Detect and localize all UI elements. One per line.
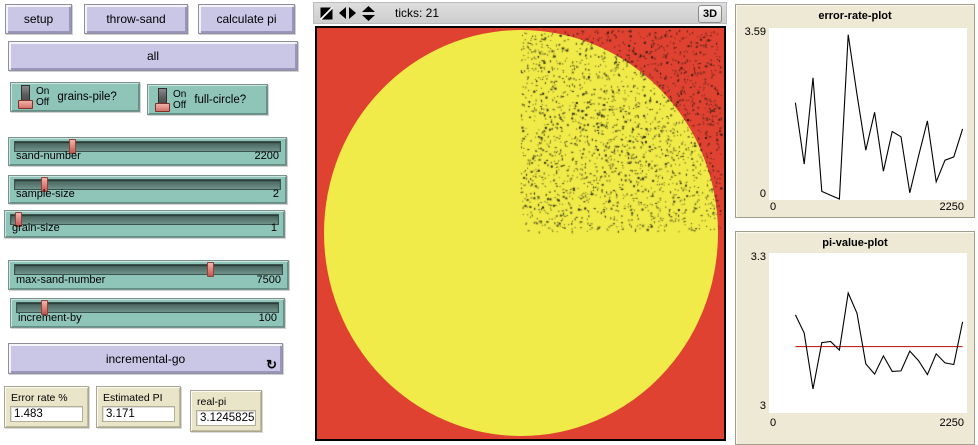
x-min-label: 0 (770, 201, 776, 213)
toggle-knob[interactable] (155, 88, 171, 112)
monitor-value: 3.1245825 (196, 410, 256, 426)
x-max-label: 2250 (940, 201, 964, 213)
monitor-value: 3.171 (102, 406, 175, 422)
forever-icon: ↻ (266, 360, 277, 370)
monitor-estimated-pi: Estimated PI 3.171 (96, 386, 181, 428)
pi-value-line-chart (769, 253, 967, 413)
x-max-label: 2250 (940, 417, 964, 429)
all-button[interactable]: all (8, 41, 298, 71)
plot-title: pi-value-plot (736, 237, 974, 249)
y-min-label: 3 (738, 400, 766, 412)
calculate-pi-button[interactable]: calculate pi (198, 4, 295, 34)
slider-value: 7500 (257, 274, 281, 286)
monitor-error-rate: Error rate % 1.483 (4, 386, 89, 428)
switch-off-label: Off (36, 97, 49, 108)
slider-value: 100 (259, 312, 277, 324)
y-max-label: 3.3 (738, 251, 766, 263)
monitor-label: Estimated PI (103, 392, 180, 404)
throw-sand-button[interactable]: throw-sand (84, 4, 188, 34)
x-min-label: 0 (770, 417, 776, 429)
monitor-real-pi: real-pi 3.1245825 (190, 390, 262, 432)
incremental-go-button[interactable]: incremental-go ↻ (8, 343, 283, 374)
pi-value-plot-panel: pi-value-plot 3.3 3 0 2250 (735, 231, 975, 445)
error-rate-line-chart (769, 28, 967, 200)
slider-label: increment-by (18, 312, 82, 324)
switch-off-label: Off (173, 100, 186, 111)
monitor-label: Error rate % (11, 392, 88, 404)
switch-name: grains-pile? (57, 91, 116, 103)
plot-area (769, 253, 967, 413)
slider-sample-size[interactable]: sample-size 2 (8, 175, 287, 204)
plot-title: error-rate-plot (736, 10, 974, 22)
y-min-label: 0 (738, 188, 766, 200)
world-view (315, 26, 726, 441)
y-max-label: 3.59 (738, 26, 766, 38)
monitor-value: 1.483 (10, 406, 83, 422)
slider-sand-number[interactable]: sand-number 2200 (8, 137, 287, 166)
view-3d-button[interactable]: 3D (698, 5, 722, 23)
switch-knob-off[interactable] (155, 103, 170, 112)
switch-on-label: On (36, 86, 49, 97)
slider-label: sample-size (16, 188, 75, 200)
setup-button[interactable]: setup (5, 4, 72, 34)
toggle-knob[interactable] (18, 85, 34, 109)
sand-grains-layer (317, 28, 724, 439)
error-rate-plot-panel: error-rate-plot 3.59 0 0 2250 (735, 4, 975, 218)
slider-grain-size[interactable]: grain-size 1 (4, 210, 285, 238)
slider-value: 2 (273, 188, 279, 200)
slider-value: 1 (271, 222, 277, 234)
view-toolbar: ticks: 21 3D (313, 2, 727, 24)
switch-knob-off[interactable] (18, 100, 33, 109)
slider-increment-by[interactable]: increment-by 100 (10, 298, 285, 328)
switch-full-circle[interactable]: On Off full-circle? (147, 84, 268, 115)
slider-max-sand-number[interactable]: max-sand-number 7500 (8, 260, 289, 290)
switch-name: full-circle? (194, 94, 246, 106)
slider-value: 2200 (255, 150, 279, 162)
switch-on-label: On (173, 89, 186, 100)
patch-size-icon (320, 7, 333, 20)
vertical-arrows-icon (362, 6, 375, 21)
slider-label: grain-size (12, 222, 60, 234)
plot-area (769, 28, 967, 200)
ticks-counter: ticks: 21 (395, 6, 439, 20)
slider-label: sand-number (16, 150, 81, 162)
monitor-label: real-pi (197, 396, 261, 408)
slider-label: max-sand-number (16, 274, 105, 286)
button-label: incremental-go (106, 352, 185, 366)
netlogo-interface: setup throw-sand calculate pi all On Off… (0, 0, 978, 445)
horizontal-arrows-icon (339, 7, 356, 19)
switch-grains-pile[interactable]: On Off grains-pile? (10, 82, 140, 112)
